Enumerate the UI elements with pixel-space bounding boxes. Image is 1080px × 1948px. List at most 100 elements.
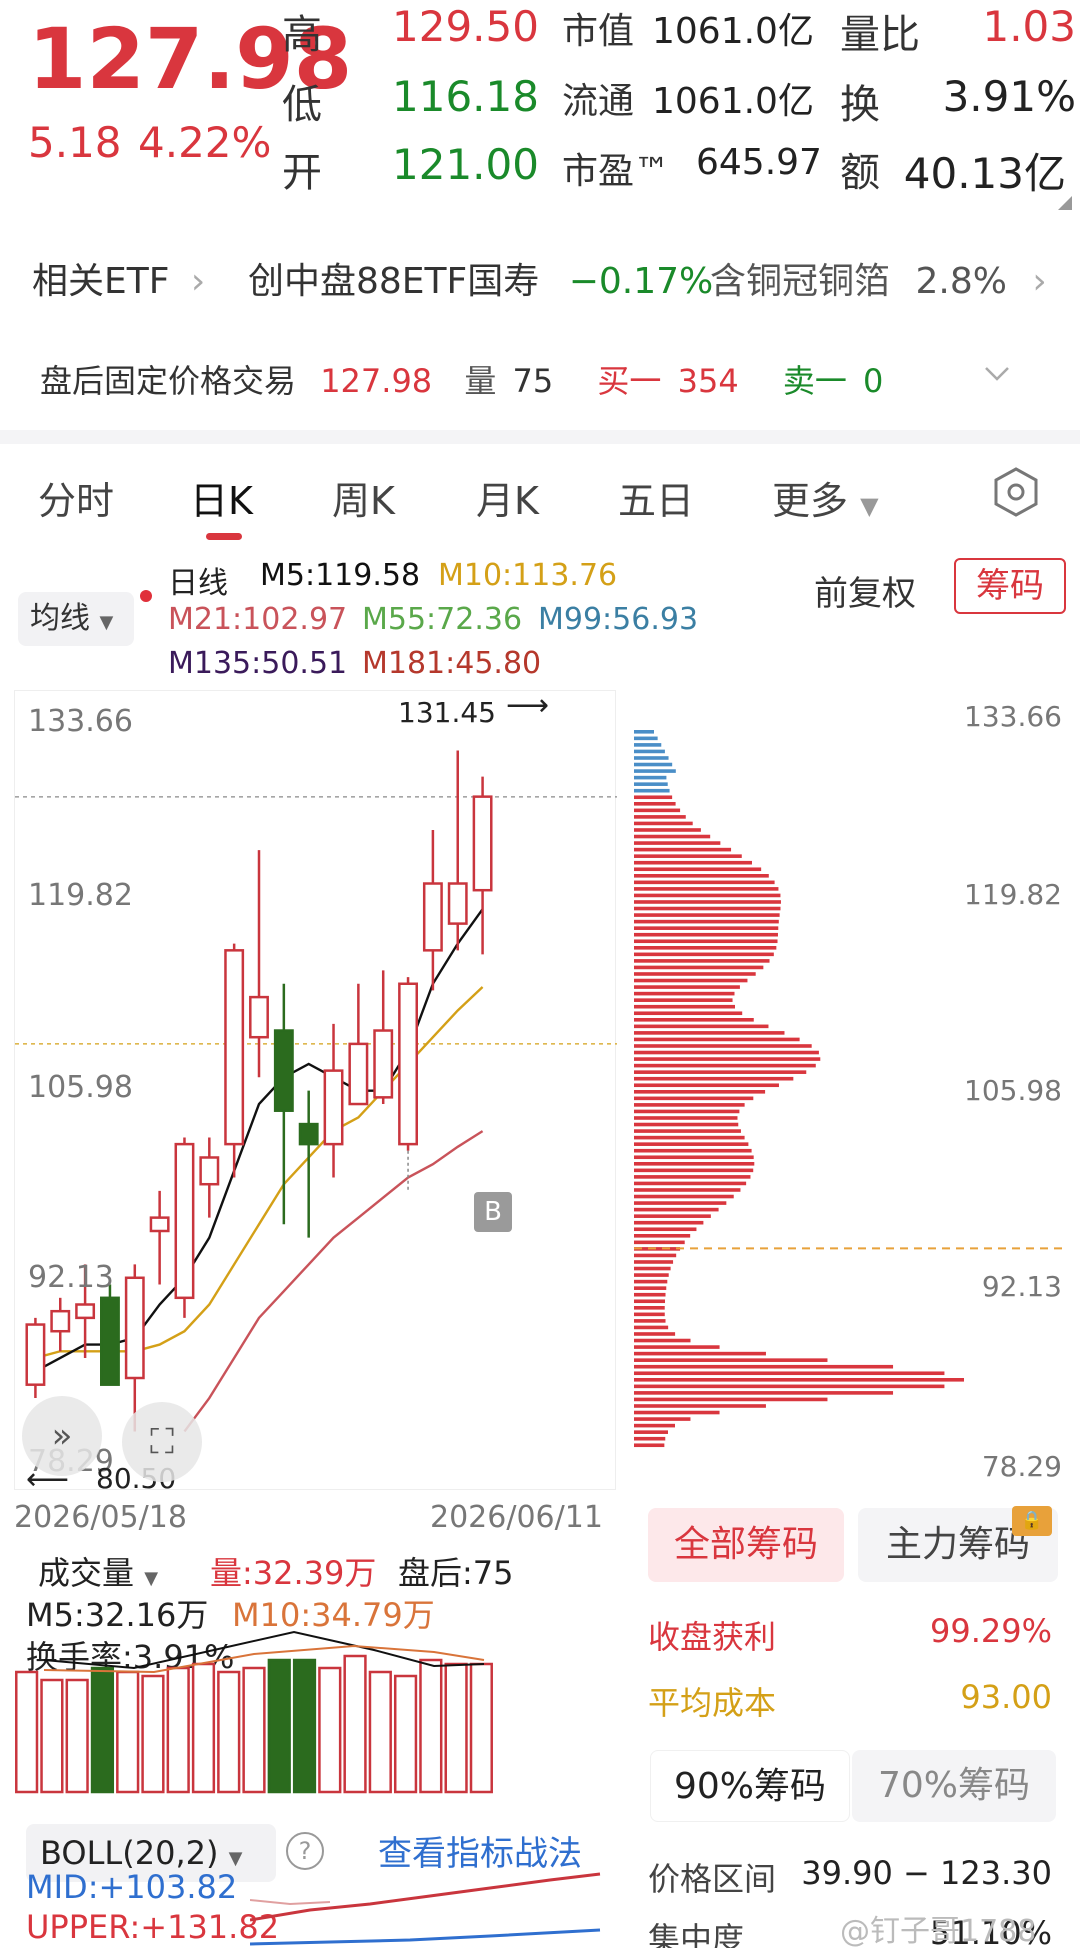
volume-bar (90, 1666, 115, 1794)
double-chevron-icon: » (51, 1416, 73, 1456)
chip-bar (634, 788, 670, 793)
expand-chevron-icon[interactable] (982, 358, 1012, 388)
chip-bar (634, 1391, 894, 1395)
volume-bar (15, 1670, 39, 1794)
chip-bar (634, 828, 701, 832)
chip-bar (634, 1076, 794, 1081)
chip-bar (634, 1312, 665, 1317)
chip-bar (634, 1024, 769, 1029)
chip-bar (634, 1116, 738, 1120)
adjust-mode-button[interactable]: 前复权 (814, 566, 916, 615)
tab-five-day[interactable]: 五日 (618, 470, 694, 525)
related-etf-label: 相关ETF (32, 261, 170, 302)
candle-body (323, 1069, 344, 1146)
volume-bar (343, 1654, 367, 1794)
chip-bar (634, 913, 780, 917)
ma-selector[interactable]: 均线 ▼ (18, 592, 134, 646)
ma-dayline-label: 日线 (168, 566, 228, 601)
chip-bar (634, 991, 735, 996)
etf-item-1-name: 创中盘88ETF国寿 (248, 261, 540, 302)
scroll-left-button[interactable]: » (22, 1396, 102, 1476)
candle-body (249, 995, 269, 1039)
boll-svg (249, 1872, 601, 1946)
volume-bar (419, 1658, 443, 1794)
chip-bar (634, 808, 681, 813)
chip-bar (634, 1194, 734, 1199)
chip-bar (634, 1351, 766, 1356)
date-end: 2026/06/11 (430, 1500, 603, 1535)
chip-bar (634, 1031, 785, 1035)
etf-item-1[interactable]: 创中盘88ETF国寿 −0.17% (248, 252, 713, 304)
close-profit-label: 收盘获利 (648, 1618, 777, 1656)
tab-intraday[interactable]: 分时 (38, 470, 114, 525)
chip-bar (634, 1090, 766, 1094)
fullscreen-button[interactable]: ⛶ (122, 1402, 202, 1482)
chip-bar (634, 1103, 745, 1107)
tab-90-chips[interactable]: 90%筹码 (650, 1750, 850, 1822)
amount-value: 40.13亿 (903, 149, 1066, 198)
corner-triangle-icon (1058, 196, 1072, 210)
tab-all-chips[interactable]: 全部筹码 (648, 1508, 844, 1582)
chip-bar (634, 1037, 800, 1042)
etf-item-2[interactable]: 含铜冠铜箔 2.8% › (710, 252, 1047, 304)
volume-bar (40, 1678, 64, 1794)
tab-monthly-k[interactable]: 月K (476, 470, 539, 525)
tab-weekly-k[interactable]: 周K (332, 470, 395, 525)
ma-m135: M135:50.51 (168, 646, 348, 681)
chip-bar (634, 939, 778, 944)
volume-bar (469, 1662, 493, 1794)
dropdown-triangle-icon: ▼ (228, 1848, 243, 1869)
volume-bar (116, 1670, 140, 1794)
afterhours-buy: 354 (677, 362, 739, 400)
volume-chart[interactable] (14, 1580, 616, 1798)
tab-daily-k[interactable]: 日K (190, 470, 253, 525)
kline-ytick-1: 119.82 (28, 878, 133, 913)
volume-svg (15, 1630, 493, 1794)
lock-icon: 🔒 (1012, 1506, 1052, 1536)
chip-bar (634, 841, 721, 845)
chip-bar (634, 926, 779, 930)
chip-bar (634, 1332, 676, 1336)
chip-bar (634, 880, 775, 885)
tab-70-chips[interactable]: 70%筹码 (852, 1750, 1056, 1822)
chip-bar (634, 887, 779, 891)
kline-max-label: 131.45 (398, 696, 496, 729)
chip-bar (634, 1050, 819, 1055)
settings-hexagon-icon[interactable] (992, 466, 1040, 518)
chip-bar (634, 1319, 666, 1323)
high-value: 129.50 (392, 2, 539, 51)
pe-label: 市盈™ (562, 151, 671, 192)
chip-bar (634, 1011, 743, 1016)
etf-item-1-pct: −0.17% (568, 261, 714, 302)
candle-body (348, 1042, 369, 1106)
chip-bar (634, 1417, 691, 1421)
chip-bar (634, 1181, 747, 1186)
tab-more[interactable]: 更多 ▼ (772, 470, 879, 525)
concentration-label: 集中度 (648, 1920, 745, 1948)
related-etf-link[interactable]: 相关ETF › (32, 252, 205, 304)
afterhours-sell: 0 (863, 362, 884, 400)
chip-bar (634, 1423, 676, 1428)
ma-m181: M181:45.80 (362, 646, 542, 681)
chevron-right-icon: › (1032, 261, 1047, 302)
watermark: @钉子哥1788 (840, 1914, 1037, 1948)
mcap-label: 市值 (562, 11, 635, 52)
float-label: 流通 (562, 81, 635, 122)
chip-bar (634, 743, 662, 747)
kline-ytick-2: 105.98 (28, 1070, 133, 1105)
afterhours-row[interactable]: 盘后固定价格交易 127.98 量 75 买一 354 卖一 0 (40, 356, 883, 402)
chip-bar (634, 893, 781, 898)
chip-bar (634, 1443, 665, 1448)
chip-bar (634, 1057, 821, 1061)
boll-upper: UPPER:+131.82 (26, 1908, 280, 1946)
tab-more-label: 更多 (772, 479, 849, 523)
chip-bar (634, 1096, 754, 1101)
chip-bar (634, 1260, 674, 1264)
chip-bar (634, 730, 654, 734)
chip-bar (634, 1122, 739, 1127)
chips-button[interactable]: 筹码 (954, 558, 1066, 614)
chip-bar (634, 815, 686, 819)
chip-bar (634, 1109, 740, 1114)
volume-bar (393, 1674, 418, 1794)
buy-marker[interactable]: B (474, 1192, 512, 1232)
